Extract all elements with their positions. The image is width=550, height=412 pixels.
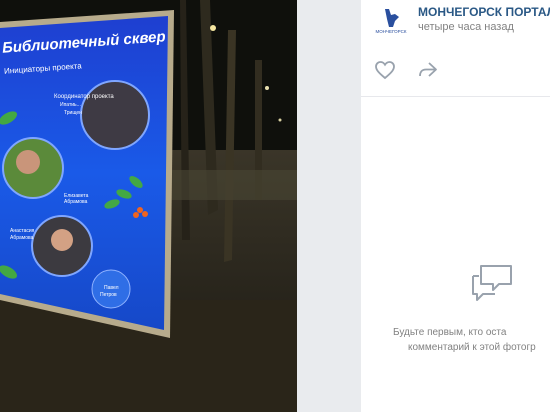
post-time[interactable]: четыре часа назад (418, 21, 514, 33)
empty-comments-line1: Будьте первым, кто оста (393, 327, 507, 338)
logo-text: МОНЧЕГОРСК (375, 29, 406, 34)
author-name[interactable]: МОНЧЕГОРСК ПОРТАЛ (418, 5, 550, 19)
like-heart-icon[interactable] (373, 58, 397, 82)
author-avatar[interactable]: МОНЧЕГОРСК (373, 5, 409, 35)
poster-person3: Павел (104, 285, 119, 291)
poster-coordinator-sub2: Трищен (64, 110, 82, 116)
poster-person3-last: Петров (100, 292, 117, 298)
poster-person2-last: Абрамова (10, 235, 34, 241)
divider (361, 96, 550, 97)
poster-coordinator-sub1: Ипатиь... (60, 102, 81, 108)
poster-coordinator: Координатор проекта (54, 94, 114, 100)
deer-logo-icon: МОНЧЕГОРСК (375, 9, 407, 34)
poster-person2: Анастасия (10, 228, 35, 234)
share-arrow-icon[interactable] (416, 58, 440, 82)
photo-image (0, 0, 297, 412)
post-sidebar: МОНЧЕГОРСК МОНЧЕГОРСК ПОРТАЛ четыре часа… (361, 0, 550, 412)
viewer-gutter (297, 0, 361, 412)
poster-person1-last: Абрамова (64, 199, 88, 205)
empty-comments-line2: комментарий к этой фотогр (408, 342, 536, 353)
photo-viewer[interactable]: Библиотечный сквер Инициаторы проекта Ко… (0, 0, 297, 412)
comments-bubble-icon (472, 265, 512, 301)
post-header: МОНЧЕГОРСК МОНЧЕГОРСК ПОРТАЛ четыре часа… (361, 0, 550, 44)
